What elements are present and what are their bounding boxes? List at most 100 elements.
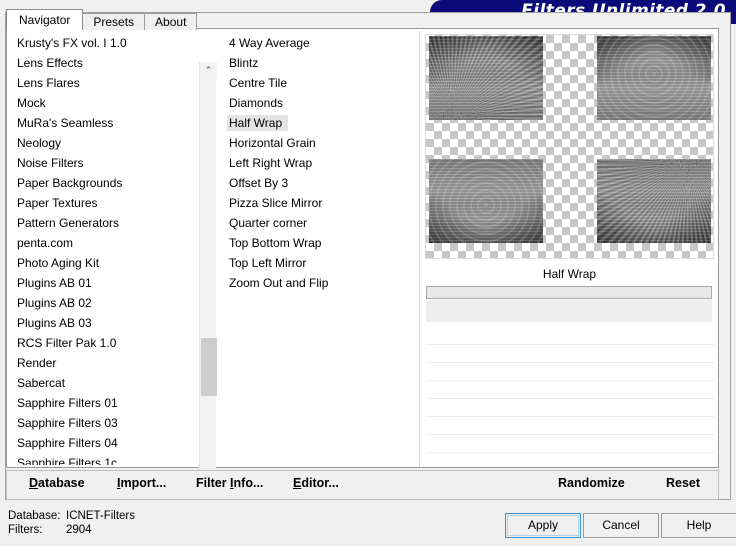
category-list-item[interactable]: Lens Effects	[13, 53, 195, 73]
chevron-up-icon[interactable]: ⌃	[200, 62, 217, 79]
category-list-item[interactable]: Paper Backgrounds	[13, 173, 195, 193]
preview-tile-bottom-left	[429, 159, 543, 243]
filter-info-lead: Filter	[196, 476, 231, 490]
filter-list-item-label: Pizza Slice Mirror	[229, 196, 323, 210]
category-list-item-label: penta.com	[17, 236, 74, 250]
category-list-item[interactable]: Paper Textures	[13, 193, 195, 213]
filter-list-item[interactable]: Blintz	[225, 53, 411, 73]
category-list[interactable]: Krusty's FX vol. I 1.0 Lens Effects Lens F…	[13, 33, 195, 465]
filter-list-item[interactable]: Diamonds	[225, 93, 411, 113]
tab-about-label: About	[155, 15, 187, 29]
editor-label: ditor...	[301, 476, 339, 490]
category-list-item[interactable]: Sapphire Filters 03	[13, 413, 195, 433]
status-area: Database: ICNET-Filters Filters: 2904	[8, 509, 135, 537]
filter-list-item-label: Top Left Mirror	[229, 256, 307, 270]
category-list-item-label: Paper Backgrounds	[17, 176, 123, 190]
navigator-content-panel: Krusty's FX vol. I 1.0 Lens Effects Lens F…	[6, 28, 719, 498]
category-list-item[interactable]: MuRa's Seamless	[13, 113, 195, 133]
category-list-scrollbar[interactable]: ⌃ ⌄	[199, 62, 217, 498]
category-list-item-label: Plugins AB 02	[17, 296, 92, 310]
preview-tile-top-left	[429, 36, 543, 120]
category-list-item[interactable]: Photo Aging Kit	[13, 253, 195, 273]
import-label: mport...	[120, 476, 167, 490]
import-button[interactable]: Import...	[117, 476, 166, 490]
category-list-item-label: Photo Aging Kit	[17, 256, 100, 270]
category-list-item[interactable]: Neology	[13, 133, 195, 153]
filter-list-item[interactable]: Pizza Slice Mirror	[225, 193, 411, 213]
scrollbar-thumb[interactable]	[201, 338, 217, 396]
category-list-item-label: Sapphire Filters 03	[17, 416, 118, 430]
filter-list-item-label: Zoom Out and Flip	[229, 276, 329, 290]
category-list-item-label: Lens Flares	[17, 76, 80, 90]
filter-list-item[interactable]: Half Wrap	[225, 113, 411, 133]
editor-button[interactable]: Editor...	[293, 476, 339, 490]
cancel-button[interactable]: Cancel	[583, 513, 659, 538]
parameter-row	[426, 453, 714, 471]
category-list-item-label: Sapphire Filters 04	[17, 436, 118, 450]
category-list-item[interactable]: Mock	[13, 93, 195, 113]
preview-tile-bottom-right	[597, 159, 711, 243]
filter-list[interactable]: 4 Way Average Blintz Centre Tile Diamonds Ha…	[225, 33, 411, 465]
category-list-item[interactable]: Sapphire Filters 01	[13, 393, 195, 413]
randomize-button[interactable]: Randomize	[558, 476, 625, 490]
filter-info-label: nfo...	[233, 476, 264, 490]
filter-list-item[interactable]: Top Bottom Wrap	[225, 233, 411, 253]
category-list-item[interactable]: Render	[13, 353, 195, 373]
filter-list-item-label: Top Bottom Wrap	[229, 236, 322, 250]
filter-list-item[interactable]: Zoom Out and Flip	[225, 273, 411, 293]
category-list-item-label: Plugins AB 03	[17, 316, 92, 330]
preview-area: Half Wrap	[425, 31, 714, 471]
status-filters-count: 2904	[66, 524, 92, 536]
category-list-item[interactable]: Plugins AB 02	[13, 293, 195, 313]
filter-list-item[interactable]: Left Right Wrap	[225, 153, 411, 173]
category-list-item[interactable]: penta.com	[13, 233, 195, 253]
tab-presets[interactable]: Presets	[82, 13, 146, 30]
category-list-item[interactable]: RCS Filter Pak 1.0	[13, 333, 195, 353]
parameter-row	[426, 345, 714, 363]
preview-tile-top-right	[597, 36, 711, 120]
panel-divider	[419, 31, 420, 467]
filter-list-item[interactable]: Offset By 3	[225, 173, 411, 193]
preview-filter-caption: Half Wrap	[542, 267, 597, 281]
parameter-slider[interactable]	[426, 286, 712, 299]
filter-list-item[interactable]: 4 Way Average	[225, 33, 411, 53]
category-list-item-label: Sapphire Filters 1c	[17, 456, 118, 465]
filter-list-item[interactable]: Top Left Mirror	[225, 253, 411, 273]
tab-strip: Navigator Presets About	[6, 8, 198, 30]
category-list-item[interactable]: Sapphire Filters 04	[13, 433, 195, 453]
apply-button[interactable]: Apply	[505, 513, 581, 538]
parameter-rows	[426, 327, 714, 471]
parameter-row	[426, 363, 714, 381]
filter-list-item-label: Blintz	[229, 56, 259, 70]
category-list-item-label: Render	[17, 356, 57, 370]
category-list-item-label: Plugins AB 01	[17, 276, 92, 290]
filter-list-item-label: Horizontal Grain	[229, 136, 316, 150]
category-list-item-label: Sabercat	[17, 376, 66, 390]
category-list-item[interactable]: Sabercat	[13, 373, 195, 393]
status-row-database: Database: ICNET-Filters	[8, 509, 135, 523]
parameter-row	[426, 327, 714, 345]
filter-list-item-label: Diamonds	[229, 96, 284, 110]
category-list-item-label: RCS Filter Pak 1.0	[17, 336, 117, 350]
category-list-item-label: Mock	[17, 96, 46, 110]
category-list-item[interactable]: Noise Filters	[13, 153, 195, 173]
filter-info-button[interactable]: Filter Info...	[196, 476, 263, 490]
category-list-item[interactable]: Lens Flares	[13, 73, 195, 93]
filter-list-item[interactable]: Centre Tile	[225, 73, 411, 93]
help-button[interactable]: Help	[661, 513, 736, 538]
filter-list-item[interactable]: Quarter corner	[225, 213, 411, 233]
category-list-item[interactable]: Plugins AB 01	[13, 273, 195, 293]
category-list-item[interactable]: Pattern Generators	[13, 213, 195, 233]
database-accelerator: D	[29, 476, 39, 490]
filter-list-item-label: Half Wrap	[227, 115, 289, 131]
tab-navigator[interactable]: Navigator	[6, 9, 84, 30]
preview-canvas[interactable]	[425, 34, 714, 259]
tab-about[interactable]: About	[144, 13, 198, 30]
parameter-row	[426, 381, 714, 399]
database-button[interactable]: Database	[29, 476, 85, 490]
category-list-item[interactable]: Krusty's FX vol. I 1.0	[13, 33, 195, 53]
category-list-item[interactable]: Plugins AB 03	[13, 313, 195, 333]
filter-list-item[interactable]: Horizontal Grain	[225, 133, 411, 153]
reset-button[interactable]: Reset	[666, 476, 700, 490]
category-list-item[interactable]: Sapphire Filters 1c	[13, 453, 195, 465]
